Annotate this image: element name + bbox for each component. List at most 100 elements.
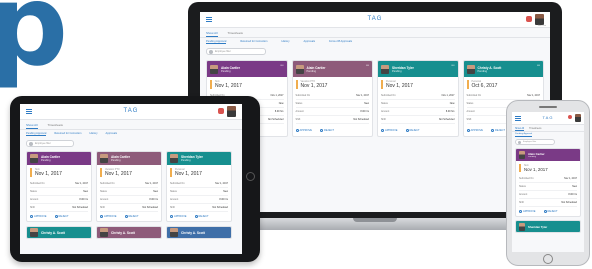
detail-row: StatusNew <box>30 188 88 196</box>
approve-button[interactable]: APPROVE <box>295 129 312 132</box>
request-card: Christy A. Scott <box>26 226 92 239</box>
person-icon <box>209 49 213 54</box>
subtab-returned[interactable]: Returned for Correction <box>240 40 267 44</box>
detail-row: StatusNew <box>519 183 577 191</box>
approve-button[interactable]: APPROVE <box>100 215 117 218</box>
detail-row: ShiftNot Scheduled <box>381 116 455 124</box>
check-icon <box>30 215 33 218</box>
subtab-pending-approval[interactable]: Pending Approval <box>26 132 47 136</box>
detail-row: Submitted OnNov 1, 2017 <box>170 180 228 188</box>
close-icon <box>405 129 409 132</box>
status-pending: Pending <box>221 69 231 73</box>
status-pending: Pending <box>181 159 191 162</box>
more-icon[interactable]: ••• <box>537 63 540 67</box>
sub-tabs: Pending Approval Returned for Correction… <box>200 38 550 46</box>
subtab-pending-approval[interactable]: Pending Approval <box>515 133 533 137</box>
date-value: Nov 1, 2017 <box>35 171 62 177</box>
subtab-approvals[interactable]: Approvals <box>106 132 118 136</box>
subtab-force-off[interactable]: Force-Off Approvals <box>329 40 352 44</box>
more-icon[interactable]: ••• <box>451 63 454 67</box>
more-icon[interactable]: ••• <box>280 63 283 67</box>
card-header: Alain Cartier Pending <box>516 149 580 161</box>
approve-button[interactable]: APPROVE <box>466 129 483 132</box>
app-header: TAG <box>20 104 242 120</box>
tab-timesheets[interactable]: Timesheets <box>48 123 63 129</box>
reject-button[interactable]: REJECT <box>543 210 558 213</box>
card-details: Submitted OnNov 1, 2017 StatusNew Amount… <box>167 180 231 212</box>
approve-button[interactable]: APPROVE <box>381 129 398 132</box>
employee-avatar <box>295 64 304 74</box>
detail-row: Amount8.00 hrs <box>295 108 369 116</box>
tab-show-all[interactable]: Show All <box>515 127 525 131</box>
request-cards: Alain Cartier Pending Sick Nov 1, 2017 S… <box>512 146 584 235</box>
notification-icon[interactable] <box>568 115 572 119</box>
reject-button[interactable]: REJECT <box>124 215 139 218</box>
request-card: Sheridan Tyler Pending Personal Nov 1, 2… <box>166 151 232 222</box>
status-pending: Pending <box>528 156 537 158</box>
subtab-pending-approval[interactable]: Pending Approval <box>206 40 227 44</box>
user-avatar[interactable] <box>575 114 581 122</box>
card-actions: APPROVE REJECT <box>97 212 161 221</box>
date-value: Nov 1, 2017 <box>300 83 328 89</box>
check-icon <box>170 215 173 218</box>
reject-button[interactable]: REJECT <box>491 129 505 132</box>
approve-button[interactable]: APPROVE <box>170 215 187 218</box>
phone-home-button[interactable] <box>543 254 553 264</box>
user-avatar[interactable] <box>535 14 544 25</box>
employee-avatar <box>170 154 178 163</box>
user-avatar[interactable] <box>227 106 236 117</box>
tab-show-all[interactable]: Show All <box>26 123 38 129</box>
detail-row: Submitted OnNov 1, 2017 <box>466 92 540 100</box>
approve-button[interactable]: APPROVE <box>519 210 536 213</box>
card-details: Submitted OnNov 1, 2017 StatusNew Amount… <box>378 92 458 124</box>
tab-show-all[interactable]: Show All <box>206 31 218 37</box>
tablet-home-button[interactable] <box>246 172 255 181</box>
card-details: Submitted OnNov 1, 2017 StatusNew Amount… <box>27 180 91 212</box>
date-value: Nov 1, 2017 <box>386 83 413 89</box>
check-icon <box>466 129 470 132</box>
phone-screen: TAG Show All Timesheets Pending Approval… <box>512 112 584 252</box>
employee-filter-input[interactable]: Employee filter <box>26 140 74 147</box>
employee-filter-input[interactable]: Employee filter <box>515 139 555 145</box>
status-pending: Pending <box>477 69 488 73</box>
detail-row: ShiftNot Scheduled <box>170 204 228 212</box>
reject-button[interactable]: REJECT <box>194 215 209 218</box>
subtab-approvals[interactable]: Approvals <box>304 40 316 44</box>
reject-button[interactable]: REJECT <box>405 129 420 132</box>
detail-row: ShiftNot Scheduled <box>100 204 158 212</box>
subtab-returned[interactable]: Returned for Correction <box>54 132 81 136</box>
main-tabs: Show All Timesheets <box>512 125 584 132</box>
employee-filter-input[interactable]: Employee filter <box>206 48 266 55</box>
notification-icon[interactable] <box>218 108 224 114</box>
tab-timesheets[interactable]: Timesheets <box>228 31 243 37</box>
employee-avatar <box>519 151 525 159</box>
app-title: TAG <box>123 108 139 114</box>
subtab-history[interactable]: History <box>89 132 97 136</box>
employee-avatar <box>170 228 178 237</box>
notification-icon[interactable] <box>526 16 532 22</box>
card-header: Sheridan Tyler Pending ••• <box>378 61 458 77</box>
request-card: Christy A. Scott <box>166 226 232 239</box>
card-header: Sheridan Tyler Pending <box>167 152 231 165</box>
status-pending: Pending <box>392 69 402 73</box>
detail-row: Amount8.00 hrs <box>170 196 228 204</box>
user-name: John Doe <box>537 25 546 27</box>
card-header: Christy A. Scott <box>27 227 91 238</box>
request-date: Vacation PTO Nov 1, 2017 <box>295 80 370 89</box>
employee-avatar <box>30 154 38 163</box>
reject-button[interactable]: REJECT <box>320 129 334 132</box>
person-icon <box>518 140 521 144</box>
subtab-history[interactable]: History <box>281 40 289 44</box>
request-card: Alain Cartier Pending Sick Nov 1, 2017 S… <box>515 148 581 217</box>
more-icon[interactable]: ••• <box>366 63 369 67</box>
tab-timesheets[interactable]: Timesheets <box>529 127 541 131</box>
employee-avatar <box>210 64 218 74</box>
request-card: Alain Cartier Pending Vacation PTO Nov 1… <box>96 151 162 222</box>
reject-button[interactable]: REJECT <box>54 215 69 218</box>
main-tabs: Show All Timesheets <box>200 28 550 38</box>
detail-row: ShiftNot Scheduled <box>519 199 577 207</box>
close-icon <box>54 215 58 218</box>
device-showcase: p TAG John Doe Show All Timesheets Pendi… <box>0 0 592 269</box>
approve-button[interactable]: APPROVE <box>30 215 47 218</box>
detail-row: Amount8.00 hrs <box>381 108 455 116</box>
